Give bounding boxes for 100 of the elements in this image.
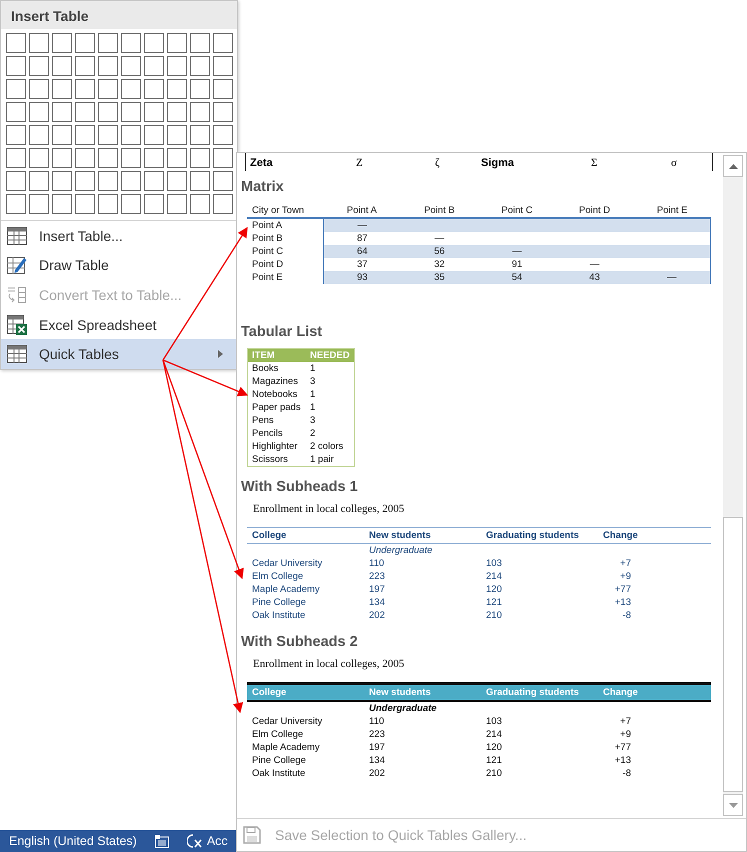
grid-cell[interactable] bbox=[121, 194, 141, 214]
accessibility-icon[interactable] bbox=[186, 834, 203, 848]
grid-cell[interactable] bbox=[6, 102, 26, 122]
grid-cell[interactable] bbox=[144, 56, 164, 76]
grid-cell[interactable] bbox=[190, 148, 210, 168]
accessibility-status[interactable]: Acc bbox=[206, 834, 228, 848]
grid-cell[interactable] bbox=[52, 79, 72, 99]
grid-cell[interactable] bbox=[121, 102, 141, 122]
grid-cell[interactable] bbox=[98, 125, 118, 145]
grid-cell[interactable] bbox=[29, 56, 49, 76]
grid-cell[interactable] bbox=[75, 148, 95, 168]
grid-cell[interactable] bbox=[144, 33, 164, 53]
grid-cell[interactable] bbox=[6, 56, 26, 76]
grid-cell[interactable] bbox=[98, 148, 118, 168]
grid-cell[interactable] bbox=[75, 56, 95, 76]
grid-cell[interactable] bbox=[29, 125, 49, 145]
matrix-table[interactable]: City or Town Point A Point B Point C Point D Point E Point A — Point B 87 — Point C 64 56 — Point D 37 32 91 — Point E 93 35 54 43 — bbox=[247, 203, 711, 284]
grid-cell[interactable] bbox=[121, 125, 141, 145]
grid-cell[interactable] bbox=[98, 79, 118, 99]
grid-cell[interactable] bbox=[29, 171, 49, 191]
grid-cell[interactable] bbox=[190, 171, 210, 191]
grid-cell[interactable] bbox=[121, 148, 141, 168]
grid-cell[interactable] bbox=[213, 79, 233, 99]
column-header: Point B bbox=[423, 204, 456, 217]
grid-cell[interactable] bbox=[98, 33, 118, 53]
grid-cell[interactable] bbox=[98, 171, 118, 191]
scroll-down-icon[interactable] bbox=[728, 802, 738, 808]
grid-cell[interactable] bbox=[6, 148, 26, 168]
grid-cell[interactable] bbox=[144, 125, 164, 145]
grid-cell[interactable] bbox=[213, 33, 233, 53]
subheads-table[interactable]: College New students Graduating students Change Undergraduate Cedar University 110 103 +7 Elm College 223 214 +9 Maple Academy 197 120 +77 Pine College 134 121 +13 Oak Institute 202 210 -8 bbox=[247, 527, 711, 622]
grid-cell[interactable] bbox=[167, 125, 187, 145]
grid-cell[interactable] bbox=[6, 33, 26, 53]
grid-cell[interactable] bbox=[52, 102, 72, 122]
grid-cell[interactable] bbox=[167, 102, 187, 122]
subheads-table[interactable]: College New students Graduating students Change Undergraduate Cedar University 110 103 +7 Elm College 223 214 +9 Maple Academy 197 120 +77 Pine College 134 121 +13 Oak Institute 202 210 -8 bbox=[247, 682, 711, 780]
grid-cell[interactable] bbox=[75, 79, 95, 99]
menu-item[interactable]: Insert Table... bbox=[1, 221, 237, 251]
grid-cell[interactable] bbox=[52, 56, 72, 76]
table-cell-text: 223 bbox=[369, 729, 386, 740]
grid-cell[interactable] bbox=[190, 79, 210, 99]
grid-cell[interactable] bbox=[6, 125, 26, 145]
grid-cell[interactable] bbox=[144, 102, 164, 122]
grid-cell[interactable] bbox=[75, 102, 95, 122]
grid-cell[interactable] bbox=[75, 33, 95, 53]
grid-cell[interactable] bbox=[121, 56, 141, 76]
grid-cell[interactable] bbox=[144, 194, 164, 214]
grid-cell[interactable] bbox=[190, 125, 210, 145]
grid-cell[interactable] bbox=[213, 102, 233, 122]
grid-cell[interactable] bbox=[190, 33, 210, 53]
grid-cell[interactable] bbox=[75, 125, 95, 145]
grid-cell[interactable] bbox=[213, 171, 233, 191]
menu-item[interactable]: Draw Table bbox=[1, 250, 237, 280]
grid-cell[interactable] bbox=[167, 56, 187, 76]
grid-cell[interactable] bbox=[213, 125, 233, 145]
grid-cell[interactable] bbox=[29, 102, 49, 122]
calendar-icon[interactable] bbox=[154, 834, 169, 848]
grid-cell[interactable] bbox=[29, 194, 49, 214]
grid-cell[interactable] bbox=[98, 194, 118, 214]
list-table[interactable]: ITEM NEEDED Books 1 Magazines 3 Notebooks 1 Paper pads 1 Pens 3 Pencils 2 Highlighter 2 colors Scissors 1 pair bbox=[247, 348, 355, 467]
grid-cell[interactable] bbox=[121, 33, 141, 53]
grid-cell[interactable] bbox=[52, 33, 72, 53]
grid-cell[interactable] bbox=[121, 79, 141, 99]
scroll-up-icon[interactable] bbox=[728, 164, 738, 168]
grid-cell[interactable] bbox=[144, 79, 164, 99]
grid-cell[interactable] bbox=[52, 194, 72, 214]
grid-cell[interactable] bbox=[52, 148, 72, 168]
grid-cell[interactable] bbox=[121, 171, 141, 191]
grid-cell[interactable] bbox=[190, 194, 210, 214]
grid-cell[interactable] bbox=[29, 33, 49, 53]
language-status[interactable]: English (United States) bbox=[9, 834, 137, 848]
grid-cell[interactable] bbox=[167, 171, 187, 191]
menu-item[interactable]: Quick Tables bbox=[1, 339, 237, 369]
grid-cell[interactable] bbox=[213, 56, 233, 76]
grid-cell[interactable] bbox=[190, 102, 210, 122]
grid-cell[interactable] bbox=[6, 171, 26, 191]
grid-cell[interactable] bbox=[98, 56, 118, 76]
grid-cell[interactable] bbox=[29, 148, 49, 168]
grid-cell[interactable] bbox=[213, 148, 233, 168]
grid-cell[interactable] bbox=[213, 194, 233, 214]
grid-cell[interactable] bbox=[6, 79, 26, 99]
grid-cell[interactable] bbox=[6, 194, 26, 214]
grid-cell[interactable] bbox=[144, 171, 164, 191]
scroll-thumb[interactable] bbox=[723, 517, 743, 792]
grid-cell[interactable] bbox=[52, 125, 72, 145]
grid-cell[interactable] bbox=[75, 194, 95, 214]
grid-cell[interactable] bbox=[29, 79, 49, 99]
grid-cell[interactable] bbox=[75, 171, 95, 191]
grid-cell[interactable] bbox=[190, 56, 210, 76]
column-header: ITEM bbox=[252, 350, 276, 361]
grid-cell[interactable] bbox=[167, 148, 187, 168]
table-cell: 64 bbox=[323, 245, 401, 258]
grid-cell[interactable] bbox=[167, 79, 187, 99]
grid-cell[interactable] bbox=[52, 171, 72, 191]
grid-cell[interactable] bbox=[144, 148, 164, 168]
grid-cell[interactable] bbox=[167, 194, 187, 214]
grid-cell[interactable] bbox=[167, 33, 187, 53]
scrollbar[interactable] bbox=[723, 155, 743, 816]
menu-item[interactable]: Excel Spreadsheet bbox=[1, 310, 237, 340]
grid-cell[interactable] bbox=[98, 102, 118, 122]
